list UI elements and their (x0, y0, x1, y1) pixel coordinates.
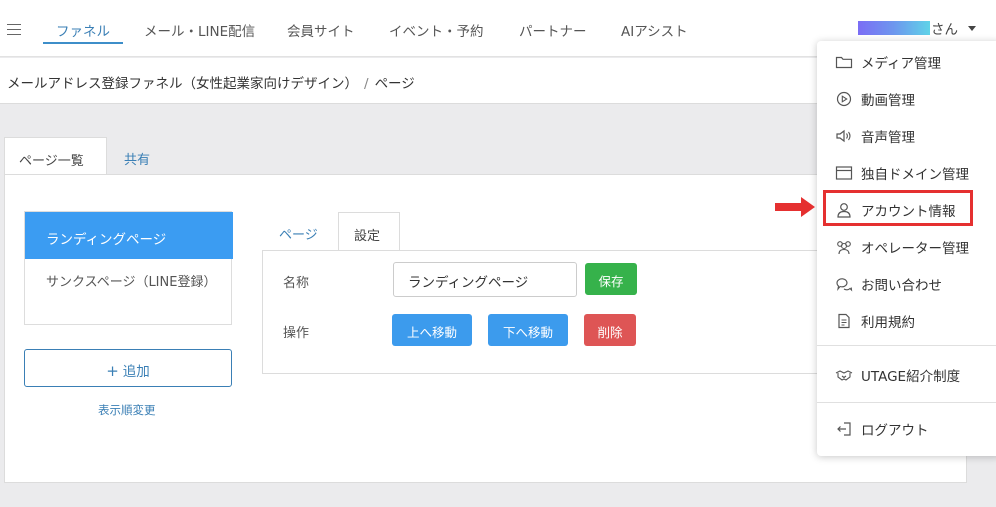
menu-item-label: 利用規約 (861, 315, 915, 331)
menu-item-custom-domain[interactable]: 独自ドメイン管理 (835, 163, 969, 183)
menu-divider (817, 402, 996, 403)
add-page-label: 追加 (122, 364, 150, 380)
menu-item-video[interactable]: 動画管理 (835, 89, 915, 109)
page-list: ランディングページ サンクスページ（LINE登録） (24, 211, 233, 325)
red-arrow-icon (775, 197, 815, 217)
menu-item-audio[interactable]: 音声管理 (835, 126, 915, 146)
redacted-username (858, 21, 930, 35)
menu-item-label: ログアウト (861, 423, 929, 439)
highlight-box (823, 190, 973, 226)
active-tab-indicator (43, 42, 123, 44)
chat-bubbles-icon (836, 278, 853, 292)
move-up-button[interactable]: 上へ移動 (392, 314, 472, 346)
breadcrumb-separator: / (364, 76, 369, 92)
account-dropdown-menu: メディア管理 動画管理 音声管理 独自ドメイン管理 アカウント情報 オペレーター… (817, 41, 996, 456)
tab-settings[interactable]: 設定 (338, 212, 400, 251)
save-button[interactable]: 保存 (585, 263, 637, 295)
speaker-icon (836, 129, 851, 143)
page-list-item[interactable]: サンクスページ（LINE登録） (46, 272, 216, 294)
menu-item-media[interactable]: メディア管理 (835, 52, 941, 72)
menu-item-label: メディア管理 (861, 56, 942, 72)
nav-tab-partner[interactable]: パートナー (519, 20, 587, 40)
breadcrumb-funnel-link[interactable]: メールアドレス登録ファネル（女性起業家向けデザイン） (7, 76, 358, 92)
menu-item-label: オペレーター管理 (861, 241, 969, 257)
tab-page-list[interactable]: ページ一覧 (4, 137, 107, 175)
nav-tab-event[interactable]: イベント・予約 (389, 20, 484, 40)
menu-divider (817, 345, 996, 346)
tab-page[interactable]: ページ (264, 212, 333, 251)
nav-tab-member-site[interactable]: 会員サイト (287, 20, 355, 40)
menu-item-operator[interactable]: オペレーター管理 (835, 237, 969, 257)
menu-item-referral[interactable]: UTAGE紹介制度 (835, 365, 960, 385)
menu-item-logout[interactable]: ログアウト (835, 419, 929, 439)
menu-item-label: UTAGE紹介制度 (861, 369, 961, 385)
delete-button[interactable]: 削除 (584, 314, 636, 346)
hamburger-menu-icon[interactable] (7, 24, 21, 35)
nav-tab-ai-assist[interactable]: AIアシスト (621, 20, 688, 40)
move-down-button[interactable]: 下へ移動 (488, 314, 568, 346)
folder-icon (835, 56, 853, 69)
caret-down-icon (968, 25, 976, 31)
tab-share[interactable]: 共有 (110, 137, 164, 175)
user-name-suffix: さん (931, 22, 958, 38)
document-icon (838, 313, 850, 329)
logout-icon (837, 422, 851, 436)
menu-item-contact[interactable]: お問い合わせ (835, 274, 942, 294)
menu-item-label: 独自ドメイン管理 (861, 167, 969, 183)
menu-item-terms[interactable]: 利用規約 (835, 311, 915, 331)
plus-icon: + (106, 362, 119, 380)
breadcrumb-current: ページ (374, 76, 415, 92)
nav-tab-funnel[interactable]: ファネル (56, 20, 110, 40)
handshake-icon (835, 370, 853, 381)
menu-item-label: 動画管理 (861, 93, 915, 109)
menu-item-label: お問い合わせ (861, 278, 942, 294)
page-list-item-active[interactable]: ランディングページ (25, 212, 233, 259)
play-circle-icon (836, 91, 852, 107)
name-label: 名称 (283, 276, 310, 291)
reorder-link[interactable]: 表示順変更 (98, 402, 156, 418)
browser-window-icon (835, 166, 853, 180)
user-menu-toggle[interactable]: さん (858, 20, 976, 38)
add-page-button[interactable]: + 追加 (24, 349, 232, 387)
users-icon (837, 241, 851, 255)
breadcrumb: メールアドレス登録ファネル（女性起業家向けデザイン） / ページ (7, 72, 415, 92)
menu-item-label: 音声管理 (861, 130, 915, 146)
page-name-input[interactable]: ランディングページ (393, 262, 577, 297)
operations-label: 操作 (283, 326, 310, 341)
nav-tab-mail-line[interactable]: メール・LINE配信 (144, 20, 255, 40)
